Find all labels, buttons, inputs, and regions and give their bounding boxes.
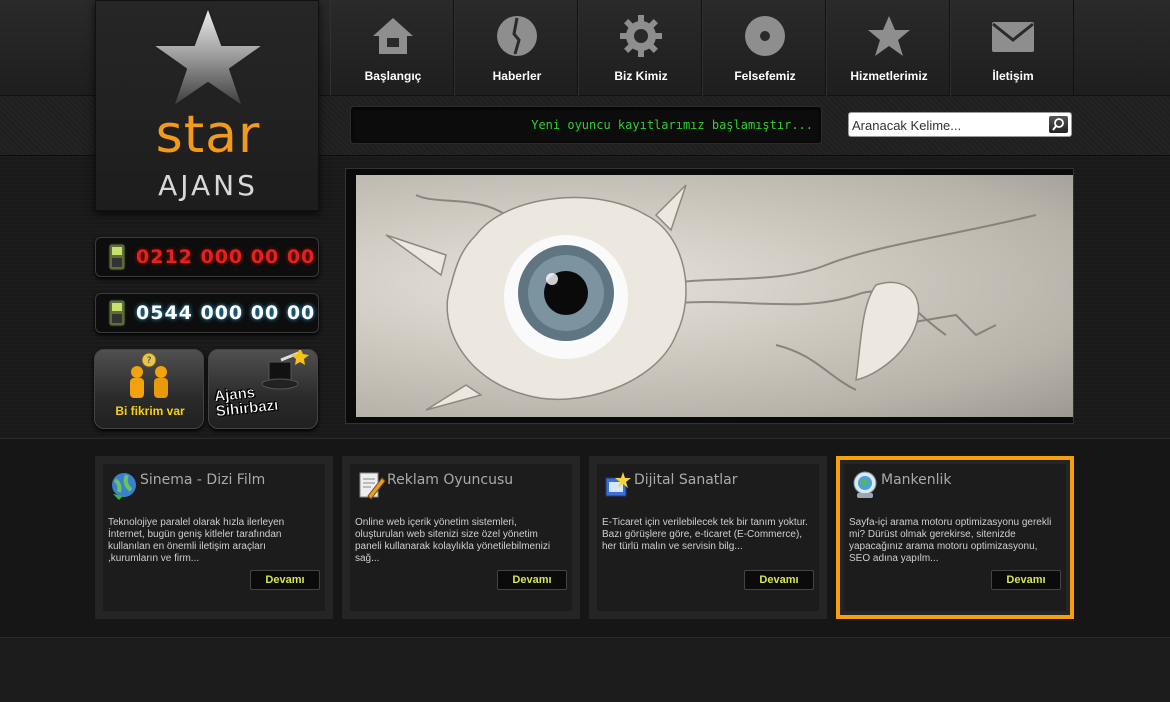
mail-icon — [992, 22, 1034, 52]
nav-label: Felsefemiz — [734, 69, 796, 83]
nav-label: İletişim — [992, 69, 1034, 83]
phone-number: 0544 000 00 00 — [136, 302, 316, 324]
logo-sub-text: AJANS — [158, 169, 258, 202]
service-title: Reklam Oyuncusu — [387, 472, 514, 488]
globe-icon — [112, 473, 136, 500]
logo-star-icon — [148, 5, 268, 109]
read-more-button[interactable]: Devamı — [250, 570, 320, 590]
nav-item-philosophy[interactable]: Felsefemiz — [702, 0, 826, 96]
service-card-digital-arts: Dijital Sanatlar E-Ticaret için verilebi… — [589, 456, 827, 619]
search-input[interactable] — [852, 116, 1042, 134]
phone-landline: 0212 000 00 00 — [95, 237, 319, 277]
service-title: Dijital Sanatlar — [634, 472, 738, 488]
service-title: Mankenlik — [881, 472, 952, 488]
people-idea-icon: ? — [130, 352, 168, 398]
service-card-ad-actor: Reklam Oyuncusu Online web içerik yöneti… — [342, 456, 580, 619]
search-icon — [1052, 118, 1064, 131]
main-nav: Başlangıç Haberler Biz Kimiz Felsefemiz — [330, 0, 1074, 96]
search-box — [848, 112, 1072, 137]
web-search-icon — [853, 471, 877, 498]
nav-label: Hizmetlerimiz — [850, 69, 928, 83]
nav-label: Haberler — [492, 69, 542, 83]
service-card-modeling: Mankenlik Sayfa-içi arama motoru optimiz… — [836, 456, 1074, 619]
gear-icon — [620, 15, 662, 57]
nav-item-home[interactable]: Başlangıç — [330, 0, 454, 96]
read-more-button[interactable]: Devamı — [497, 570, 567, 590]
read-more-button[interactable]: Devamı — [991, 570, 1061, 590]
edit-icon — [359, 472, 386, 500]
nav-item-news[interactable]: Haberler — [454, 0, 578, 96]
service-description: Online web içerik yönetim sistemleri, ol… — [355, 517, 551, 564]
idea-button-label: Bi fikrim var — [115, 404, 185, 418]
svg-text:?: ? — [147, 356, 152, 366]
agency-wizard-button[interactable]: Ajans Sihirbazı — [208, 349, 318, 429]
home-icon — [373, 18, 413, 54]
service-description: Sayfa-içi arama motoru optimizasyonu ger… — [849, 517, 1052, 564]
news-ticker: Yeni oyuncu kayıtlarımız başlamıştır... — [350, 106, 822, 144]
site-logo[interactable]: star AJANS — [95, 0, 319, 211]
phone-number: 0212 000 00 00 — [136, 246, 316, 268]
wizard-button-label: Ajans Sihirbazı — [213, 383, 279, 421]
nav-label: Başlangıç — [364, 69, 422, 83]
phone-mobile: 0544 000 00 00 — [95, 293, 319, 333]
mobile-phone-icon — [108, 299, 126, 327]
eye-splash-image — [356, 175, 1073, 417]
service-description: E-Ticaret için verilebilecek tek bir tan… — [602, 517, 808, 552]
star-icon — [868, 16, 910, 56]
nav-label: Biz Kimiz — [614, 69, 668, 83]
nav-item-contact[interactable]: İletişim — [950, 0, 1074, 96]
read-more-button[interactable]: Devamı — [744, 570, 814, 590]
footer-band — [0, 638, 1170, 702]
tools-icon — [605, 472, 631, 497]
disc-icon — [745, 16, 785, 56]
logo-brand-text: star — [155, 105, 261, 165]
nav-item-services[interactable]: Hizmetlerimiz — [826, 0, 950, 96]
service-description: Teknolojiye paralel olarak hızla ilerley… — [108, 517, 285, 564]
idea-button[interactable]: ? Bi fikrim var — [94, 349, 204, 429]
hero-banner — [345, 168, 1074, 424]
nav-item-about[interactable]: Biz Kimiz — [578, 0, 702, 96]
service-title: Sinema - Dizi Film — [140, 472, 266, 488]
news-icon — [497, 16, 537, 56]
service-card-cinema: Sinema - Dizi Film Teknolojiye paralel o… — [95, 456, 333, 619]
mobile-phone-icon — [108, 243, 126, 271]
ticker-text: Yeni oyuncu kayıtlarımız başlamıştır... — [531, 118, 813, 132]
search-button[interactable] — [1049, 116, 1068, 133]
